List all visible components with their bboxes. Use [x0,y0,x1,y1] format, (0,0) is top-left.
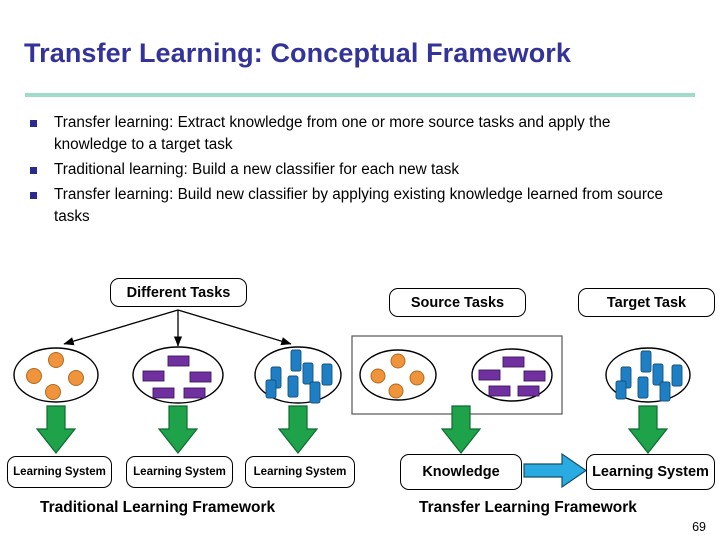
source-tasks-box[interactable]: Source Tasks [389,288,526,317]
target-task-box[interactable]: Target Task [578,288,715,317]
task-group-blue [254,346,342,404]
learning-system-box-2[interactable]: Learning System [126,456,233,488]
list-item: Transfer learning: Extract knowledge fro… [30,112,700,156]
list-item: Traditional learning: Build a new classi… [30,159,700,181]
different-tasks-box[interactable]: Different Tasks [110,278,247,307]
source-group-purple [471,348,553,402]
learning-system-label: Learning System [133,466,226,478]
learning-system-box-3[interactable]: Learning System [245,456,355,488]
learning-system-label: Learning System [13,466,106,478]
green-arrow-icon [277,405,319,454]
target-group-blue [605,347,691,403]
knowledge-box[interactable]: Knowledge [400,454,522,490]
knowledge-label: Knowledge [422,464,500,480]
page-number: 69 [692,520,706,534]
task-group-orange [13,347,99,403]
square-bullet-icon [30,120,37,127]
bullet-text: Transfer learning: Build new classifier … [54,186,664,225]
green-arrow-icon [35,405,77,454]
learning-system-label: Learning System [253,466,347,478]
cyan-right-arrow-icon [523,452,588,489]
conceptual-framework-diagram: Different Tasks Source Tasks Target Task… [0,268,720,518]
green-arrow-icon [157,405,199,454]
bullet-text: Traditional learning: Build a new classi… [54,161,460,178]
title-divider [25,93,695,97]
traditional-framework-caption: Traditional Learning Framework [40,499,276,516]
bullet-text: Transfer learning: Extract knowledge fro… [54,114,611,153]
page-title: Transfer Learning: Conceptual Framework [24,38,572,68]
learning-system-box-1[interactable]: Learning System [7,456,112,488]
list-item: Transfer learning: Build new classifier … [30,184,700,228]
target-task-label: Target Task [606,294,687,311]
task-group-purple [132,346,224,404]
green-arrow-icon [627,405,669,454]
different-tasks-label: Different Tasks [126,284,231,301]
source-tasks-label: Source Tasks [410,294,505,311]
transfer-learning-system-box[interactable]: Learning System [586,454,715,490]
bullet-list: Transfer learning: Extract knowledge fro… [30,112,700,231]
task-fanout-arrows [63,309,292,347]
square-bullet-icon [30,192,37,199]
transfer-framework-caption: Transfer Learning Framework [419,499,637,516]
square-bullet-icon [30,167,37,174]
source-group-orange [359,349,437,401]
learning-system-label: Learning System [592,464,709,480]
